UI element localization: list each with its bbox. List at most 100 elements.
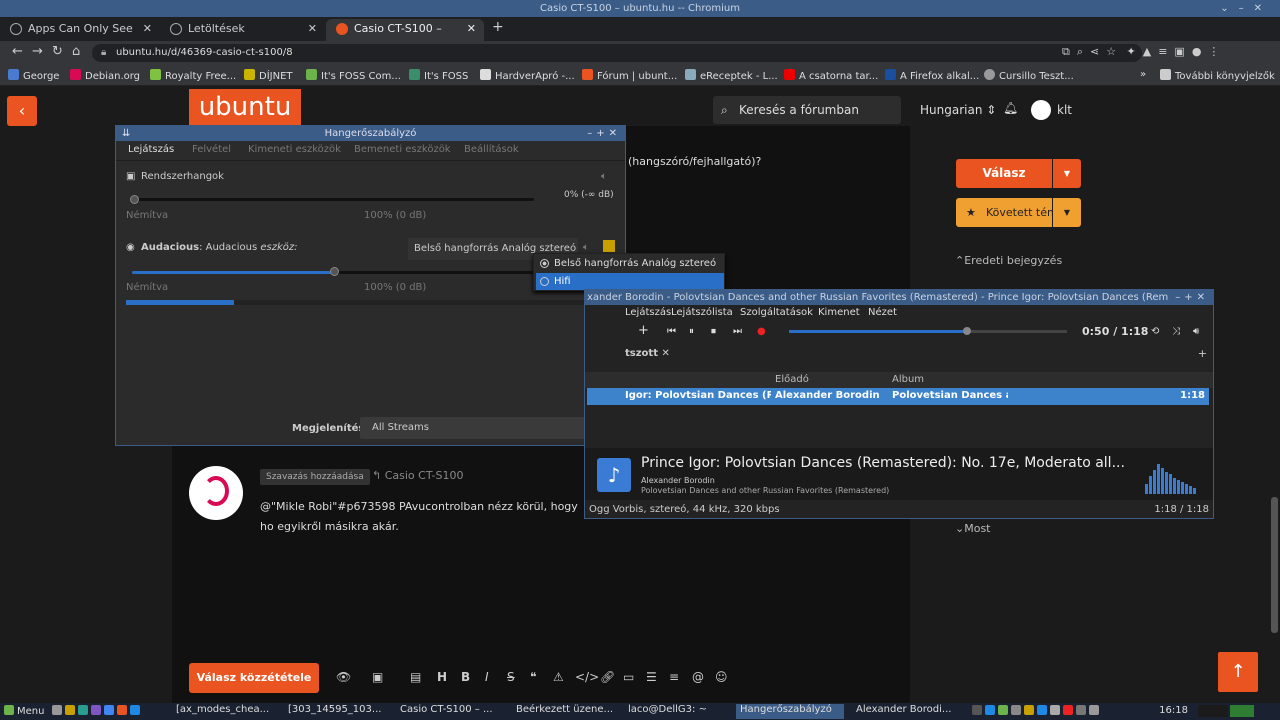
system-slider[interactable]	[132, 198, 534, 201]
menu-item-hifi[interactable]: Hifi	[536, 273, 724, 290]
code-icon[interactable]: </>	[575, 670, 599, 684]
language-select[interactable]: Hungarian ⇕	[920, 103, 996, 117]
table-row[interactable]: Igor: Polovtsian Dances (Re... Alexander…	[587, 388, 1209, 405]
mute-icon[interactable]: 🔈︎	[583, 242, 589, 253]
bookmark[interactable]: It's FOSS Com...	[306, 69, 401, 82]
eye-icon[interactable]: 👁︎	[336, 670, 351, 684]
add-vote-button[interactable]: Szavazás hozzáadása	[260, 469, 370, 485]
bookmark[interactable]: It's FOSS	[409, 69, 468, 82]
window-controls[interactable]: ⌄–✕	[1220, 0, 1272, 17]
taskbar-window[interactable]: [303_14595_103...	[284, 704, 392, 719]
window-controls[interactable]: –+✕	[1169, 290, 1209, 305]
bold-icon[interactable]: B	[461, 670, 470, 684]
spoiler-icon[interactable]: ⚠	[553, 670, 564, 684]
menu-services[interactable]: Szolgáltatások	[740, 307, 813, 318]
slider-knob[interactable]	[130, 195, 139, 204]
column-artist[interactable]: Előadó	[775, 374, 809, 385]
tab-casio[interactable]: Casio CT-S100 – ubuntu.✕	[326, 19, 484, 55]
menu-view[interactable]: Nézet	[868, 307, 897, 318]
bookmarks-more[interactable]: »	[1140, 69, 1146, 80]
record-icon[interactable]: ●	[757, 326, 766, 337]
tab-recording[interactable]: Felvétel	[192, 144, 231, 155]
scrollbar-thumb[interactable]	[1271, 497, 1278, 633]
new-playlist-icon[interactable]: +	[1198, 347, 1207, 360]
close-tab-icon[interactable]: ✕	[143, 19, 152, 39]
bookmark[interactable]: eReceptek - L...	[685, 69, 778, 82]
close-tab-icon[interactable]: ✕	[308, 19, 317, 39]
tab-apps[interactable]: Apps Can Only See 192(✕	[0, 19, 160, 55]
close-tab-icon[interactable]: ✕	[467, 19, 476, 39]
italic-icon[interactable]: I	[485, 670, 489, 684]
bookmark[interactable]: DÍJNET	[244, 69, 293, 82]
menu-icon[interactable]: ⇊	[122, 126, 130, 141]
image-icon[interactable]: ▣	[372, 670, 383, 684]
tab-settings[interactable]: Beállítások	[464, 144, 519, 155]
stop-icon[interactable]: ⏹	[711, 326, 716, 337]
avatar[interactable]	[1031, 100, 1051, 120]
next-icon[interactable]: ⏭	[733, 326, 742, 337]
avatar[interactable]	[189, 466, 243, 520]
add-icon[interactable]: +	[638, 323, 649, 338]
emoji-icon[interactable]: ☺	[715, 670, 728, 684]
window-controls[interactable]: –+✕	[587, 126, 621, 141]
volume-icon[interactable]: 🔊︎	[1193, 326, 1199, 337]
taskbar-window[interactable]: [ax_modes_chea...	[172, 704, 280, 719]
menu-playback[interactable]: Lejátszás	[625, 307, 671, 318]
bookmark[interactable]: Cursillo Teszt...	[984, 69, 1074, 82]
mention-icon[interactable]: @	[692, 670, 704, 684]
url-field[interactable]: 🔒︎ ubuntu.hu/d/46369-casio-ct-s100/8	[92, 44, 1142, 62]
bookmark[interactable]: George	[8, 69, 59, 82]
show-select[interactable]: All Streams▼	[360, 417, 618, 439]
taskbar-window[interactable]: Hangerőszabályzó	[736, 704, 844, 719]
original-post-link[interactable]: ⌃Eredeti bejegyzés	[955, 254, 1062, 267]
other-bookmarks[interactable]: További könyvjelzők	[1160, 69, 1275, 82]
bookmark[interactable]: HardverApró -...	[480, 69, 575, 82]
forum-search[interactable]: ⌕ Keresés a fórumban	[713, 96, 901, 124]
submit-reply-button[interactable]: Válasz közzététele	[189, 663, 319, 693]
bookmark[interactable]: A csatorna tar...	[784, 69, 878, 82]
ordered-list-icon[interactable]: ≡	[669, 670, 679, 684]
list-icon[interactable]: ☰	[646, 670, 657, 684]
home-icon[interactable]: ⌂	[72, 44, 80, 59]
tab-input-devices[interactable]: Bemeneti eszközök	[354, 144, 451, 155]
repeat-icon[interactable]: ⟲	[1151, 326, 1159, 337]
taskbar-window[interactable]: Casio CT-S100 – ...	[396, 704, 508, 719]
quote-icon[interactable]: ❝	[530, 670, 536, 684]
seek-slider[interactable]	[789, 327, 1067, 335]
playlist-tab[interactable]: tszott ✕	[625, 348, 670, 359]
menu-playlist[interactable]: Lejátszólista	[671, 307, 733, 318]
taskbar-window[interactable]: laco@DellG3: ~	[624, 704, 732, 719]
forward-icon[interactable]: →	[32, 44, 43, 59]
menu-item-internal[interactable]: Belső hangforrás Analóg sztereó	[536, 255, 724, 272]
start-menu[interactable]: Menu	[4, 705, 44, 717]
taskbar-window[interactable]: Beérkezett üzene...	[512, 704, 620, 719]
back-icon[interactable]: ←	[12, 44, 23, 59]
image-icon[interactable]: ▭	[623, 670, 634, 684]
menu-output[interactable]: Kimenet	[818, 307, 860, 318]
strikethrough-icon[interactable]: S	[507, 670, 515, 684]
tab-downloads[interactable]: Letöltések ✕	[160, 19, 325, 41]
new-tab-button[interactable]: +	[492, 19, 504, 35]
tray-icons[interactable]	[972, 705, 1102, 717]
chevron-down-icon[interactable]: ▼	[1053, 198, 1081, 227]
bookmark[interactable]: Royalty Free...	[150, 69, 236, 82]
mute-icon[interactable]: 🔈︎	[601, 171, 607, 182]
username[interactable]: klt	[1057, 103, 1072, 117]
follow-button[interactable]: ★Követett téma	[956, 198, 1052, 227]
reply-button[interactable]: Válasz	[956, 159, 1052, 188]
ubuntu-logo[interactable]: ubuntu	[189, 89, 301, 125]
launcher-icons[interactable]	[52, 705, 143, 717]
now-link[interactable]: ⌄Most	[955, 522, 990, 535]
link-icon[interactable]: 🔗︎	[600, 670, 615, 684]
previous-icon[interactable]: ⏮	[667, 326, 676, 337]
reply-to-link[interactable]: ↰ Casio CT-S100	[372, 469, 464, 482]
column-album[interactable]: Album	[892, 374, 924, 385]
tab-output-devices[interactable]: Kimeneti eszközök	[248, 144, 341, 155]
bell-icon[interactable]: 🔔︎	[1003, 101, 1018, 115]
shuffle-icon[interactable]: ⤨	[1172, 326, 1180, 337]
toolbar-icons[interactable]: ⧉ ⌕ ⋖ ☆ ✦ ▲ ≡ ▣ ● ⋮	[1062, 45, 1219, 59]
tab-playback[interactable]: Lejátszás	[128, 144, 174, 155]
scroll-to-top-button[interactable]: ↑	[1218, 652, 1258, 692]
attachment-icon[interactable]: ▤	[410, 670, 421, 684]
pause-icon[interactable]: ⏸	[689, 326, 694, 337]
